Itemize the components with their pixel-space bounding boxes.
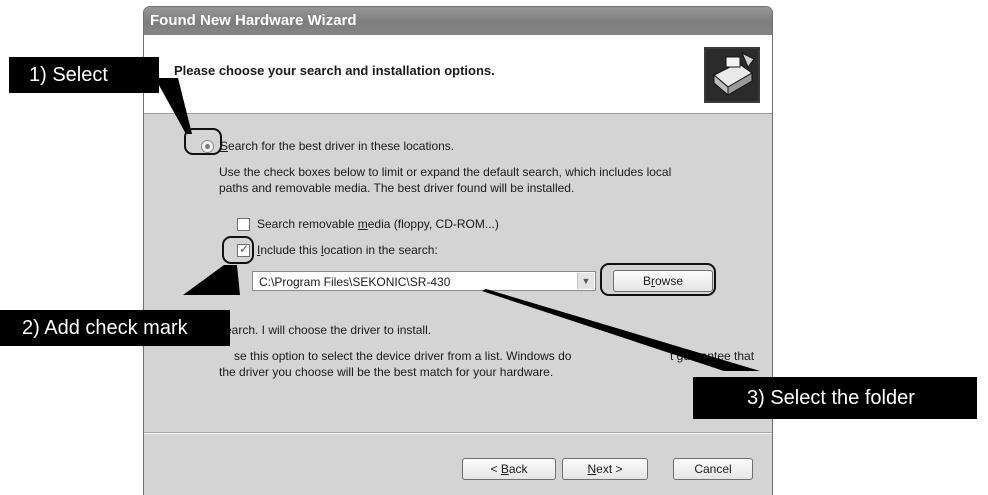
search-option-label[interactable]: Search for the best driver in these loca… — [220, 139, 454, 153]
footer-separator — [144, 432, 772, 434]
highlight-step1-radio — [184, 128, 222, 155]
title-bar: Found New Hardware Wizard — [144, 7, 772, 35]
next-button[interactable]: Next > — [562, 458, 648, 480]
wizard-header: Please choose your search and installati… — [144, 35, 772, 114]
search-option-description-2: paths and removable media. The best driv… — [219, 181, 575, 195]
callout-step1: 1) Select — [9, 57, 159, 93]
callout-step3: 3) Select the folder — [693, 377, 977, 419]
location-path-value: C:\Program Files\SEKONIC\SR-430 — [259, 275, 451, 289]
hardware-wizard-icon — [704, 47, 760, 103]
callout-step2: 2) Add check mark — [0, 310, 230, 346]
highlight-step3-browse — [600, 263, 716, 296]
search-option-description-1: Use the check boxes below to limit or ex… — [219, 165, 672, 179]
no-search-description-1b: t guarantee that — [670, 349, 755, 363]
location-path-combobox[interactable]: C:\Program Files\SEKONIC\SR-430 ▼ — [252, 271, 596, 291]
highlight-step2-checkbox — [222, 236, 254, 264]
page-heading: Please choose your search and installati… — [174, 63, 495, 78]
removable-media-checkbox[interactable] — [237, 218, 250, 231]
include-location-label[interactable]: Include this location in the search: — [257, 243, 438, 257]
chevron-down-icon[interactable]: ▼ — [577, 273, 594, 289]
no-search-description-1a: se this option to select the device driv… — [234, 349, 572, 363]
cancel-button[interactable]: Cancel — [673, 458, 753, 480]
no-search-option-label[interactable]: search. I will choose the driver to inst… — [219, 323, 431, 337]
removable-media-label[interactable]: Search removable media (floppy, CD-ROM..… — [257, 217, 499, 231]
back-button[interactable]: < Back — [462, 458, 556, 480]
no-search-description-2: the driver you choose will be the best m… — [219, 365, 554, 379]
